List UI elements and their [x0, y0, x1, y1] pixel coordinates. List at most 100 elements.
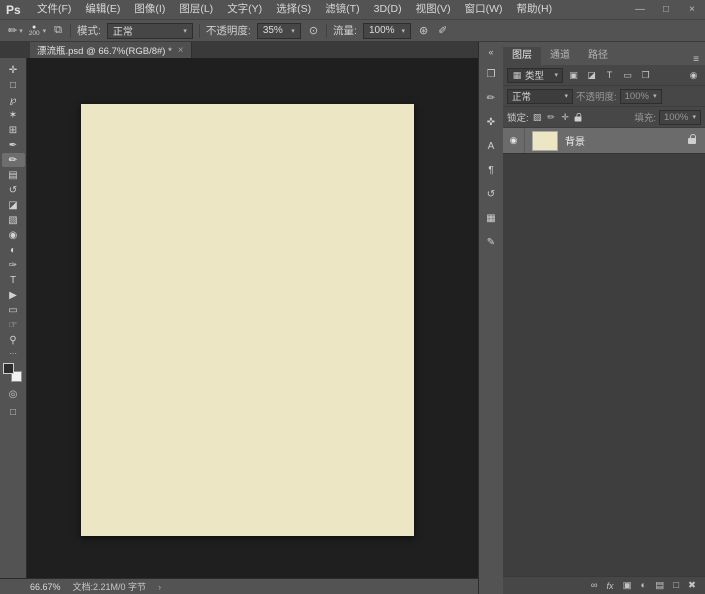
type-tool[interactable]: T: [2, 273, 25, 287]
options-bar: ✏ ▾ ● 200 ▾ ⧉ 模式: 正常 ▾ 不透明度: 35% ▾ ⊙ 流量:…: [0, 20, 705, 42]
close-icon[interactable]: ×: [178, 45, 184, 56]
menu-image[interactable]: 图像(I): [127, 0, 172, 19]
new-adjustment-layer-icon[interactable]: ◐: [641, 580, 647, 591]
history-panel-icon[interactable]: ↺: [482, 187, 500, 202]
delete-layer-icon[interactable]: ✖: [688, 580, 696, 591]
filter-smart-object-icon[interactable]: ❒: [638, 68, 653, 82]
tab-layers[interactable]: 图层: [503, 47, 541, 65]
layer-visibility-toggle[interactable]: ◉: [503, 128, 525, 153]
menu-window[interactable]: 窗口(W): [458, 0, 510, 19]
close-button[interactable]: ×: [679, 0, 705, 19]
histogram-panel-icon[interactable]: ▦: [482, 211, 500, 226]
add-layer-mask-icon[interactable]: ▣: [623, 580, 632, 591]
more-tools-button[interactable]: ⋯: [2, 349, 25, 358]
menu-edit[interactable]: 编辑(E): [78, 0, 127, 19]
character-panel-icon[interactable]: A: [482, 139, 500, 154]
collapse-dock-icon[interactable]: «: [488, 47, 493, 58]
lock-transparent-pixels-icon[interactable]: ▨: [532, 110, 543, 124]
flow-select[interactable]: 100% ▾: [363, 23, 411, 39]
menu-select[interactable]: 选择(S): [269, 0, 318, 19]
pages-panel-icon[interactable]: ❐: [482, 67, 500, 82]
clone-source-panel-icon[interactable]: ✜: [482, 115, 500, 130]
notes-panel-icon[interactable]: ✎: [482, 235, 500, 250]
quick-mask-button[interactable]: ◎: [2, 387, 25, 401]
gradient-tool[interactable]: ▧: [2, 213, 25, 227]
clone-stamp-tool[interactable]: ▤: [2, 168, 25, 182]
panel-dock: « ❐ ✏ ✜ A ¶ ↺ ▦ ✎ 图层 通道 路径 ≡ ▦ 类型: [478, 42, 705, 594]
brush-panel-toggle-icon[interactable]: ⧉: [52, 24, 64, 37]
eraser-tool[interactable]: ◪: [2, 198, 25, 212]
color-swatches[interactable]: [3, 363, 23, 383]
filter-shape-icon[interactable]: ▭: [620, 68, 635, 82]
menu-file[interactable]: 文件(F): [30, 0, 78, 19]
chevron-down-icon: ▾: [401, 27, 405, 35]
filter-adjustment-icon[interactable]: ◪: [584, 68, 599, 82]
minimize-button[interactable]: —: [627, 0, 653, 19]
document-canvas[interactable]: [81, 104, 414, 536]
pen-tool[interactable]: ✑: [2, 258, 25, 272]
menu-filter[interactable]: 滤镜(T): [318, 0, 366, 19]
layers-panel: 图层 通道 路径 ≡ ▦ 类型 ▾ ▣ ◪ T ▭ ❒: [503, 47, 705, 594]
status-options-arrow-icon[interactable]: ›: [158, 582, 161, 592]
lock-image-pixels-icon[interactable]: ✏: [546, 110, 557, 124]
filter-type-icon[interactable]: T: [602, 68, 617, 82]
new-layer-icon[interactable]: □: [673, 580, 679, 591]
link-layers-icon[interactable]: ∞: [591, 580, 598, 591]
chevron-down-icon: ▾: [19, 27, 23, 35]
fill-select[interactable]: 100% ▾: [659, 110, 701, 125]
menu-type[interactable]: 文字(Y): [220, 0, 269, 19]
layer-thumbnail[interactable]: [532, 131, 558, 151]
tab-paths[interactable]: 路径: [579, 47, 617, 65]
menu-3d[interactable]: 3D(D): [367, 0, 409, 19]
separator: [70, 24, 71, 38]
lock-position-icon[interactable]: ✛: [560, 110, 571, 124]
tool-preset-button[interactable]: ✏ ▾: [8, 24, 23, 37]
filter-pixel-icon[interactable]: ▣: [566, 68, 581, 82]
airbrush-icon[interactable]: ⊛: [417, 24, 430, 37]
photoshop-window: Ps 文件(F) 编辑(E) 图像(I) 图层(L) 文字(Y) 选择(S) 滤…: [0, 0, 705, 594]
layer-blend-mode-select[interactable]: 正常 ▾: [507, 89, 573, 104]
blur-tool[interactable]: ◉: [2, 228, 25, 242]
layer-row-background[interactable]: ◉ 背景: [503, 128, 705, 154]
screen-mode-button[interactable]: □: [2, 405, 25, 419]
tab-channels[interactable]: 通道: [541, 47, 579, 65]
eyedropper-tool[interactable]: ✒: [2, 138, 25, 152]
panel-menu-icon[interactable]: ≡: [693, 54, 705, 65]
pen-pressure-opacity-icon[interactable]: ⊙: [307, 24, 320, 37]
document-tab[interactable]: 漂流瓶.psd @ 66.7%(RGB/8#) * ×: [30, 42, 192, 58]
menu-layer[interactable]: 图层(L): [172, 0, 220, 19]
brush-preset-picker[interactable]: ● 200 ▾: [29, 24, 46, 38]
path-select-tool[interactable]: ▶: [2, 288, 25, 302]
brush-panel-icon[interactable]: ✏: [482, 91, 500, 106]
hand-tool[interactable]: ☞: [2, 318, 25, 332]
brush-tool-icon: ✏: [8, 24, 17, 37]
menu-help[interactable]: 帮助(H): [510, 0, 560, 19]
lock-all-icon[interactable]: [574, 116, 581, 121]
crop-tool[interactable]: ⊞: [2, 123, 25, 137]
dodge-tool[interactable]: ◐: [2, 243, 25, 257]
filter-kind-select[interactable]: ▦ 类型 ▾: [507, 68, 563, 83]
opacity-value: 35%: [263, 25, 283, 36]
canvas-area[interactable]: [27, 58, 478, 578]
pen-pressure-size-icon[interactable]: ✐: [436, 24, 449, 37]
marquee-tool[interactable]: □: [2, 78, 25, 92]
menu-view[interactable]: 视图(V): [409, 0, 458, 19]
shape-tool[interactable]: ▭: [2, 303, 25, 317]
paragraph-panel-icon[interactable]: ¶: [482, 163, 500, 178]
chevron-down-icon: ▾: [554, 71, 558, 79]
lasso-tool[interactable]: ℘: [2, 93, 25, 107]
zoom-tool[interactable]: ⚲: [2, 333, 25, 347]
move-tool[interactable]: ✛: [2, 63, 25, 77]
history-brush-tool[interactable]: ↺: [2, 183, 25, 197]
foreground-color-swatch[interactable]: [3, 363, 14, 374]
layer-opacity-select[interactable]: 100% ▾: [620, 89, 662, 104]
zoom-level-field[interactable]: 66.67%: [30, 582, 61, 592]
opacity-select[interactable]: 35% ▾: [257, 23, 301, 39]
brush-tool[interactable]: ✏: [2, 153, 25, 167]
quick-select-tool[interactable]: ✶: [2, 108, 25, 122]
maximize-button[interactable]: □: [653, 0, 679, 19]
filter-toggle-icon[interactable]: ◉: [686, 68, 701, 82]
blend-mode-select[interactable]: 正常 ▾: [107, 23, 193, 39]
layer-style-icon[interactable]: fx: [607, 581, 614, 591]
new-group-icon[interactable]: ▤: [655, 580, 664, 591]
